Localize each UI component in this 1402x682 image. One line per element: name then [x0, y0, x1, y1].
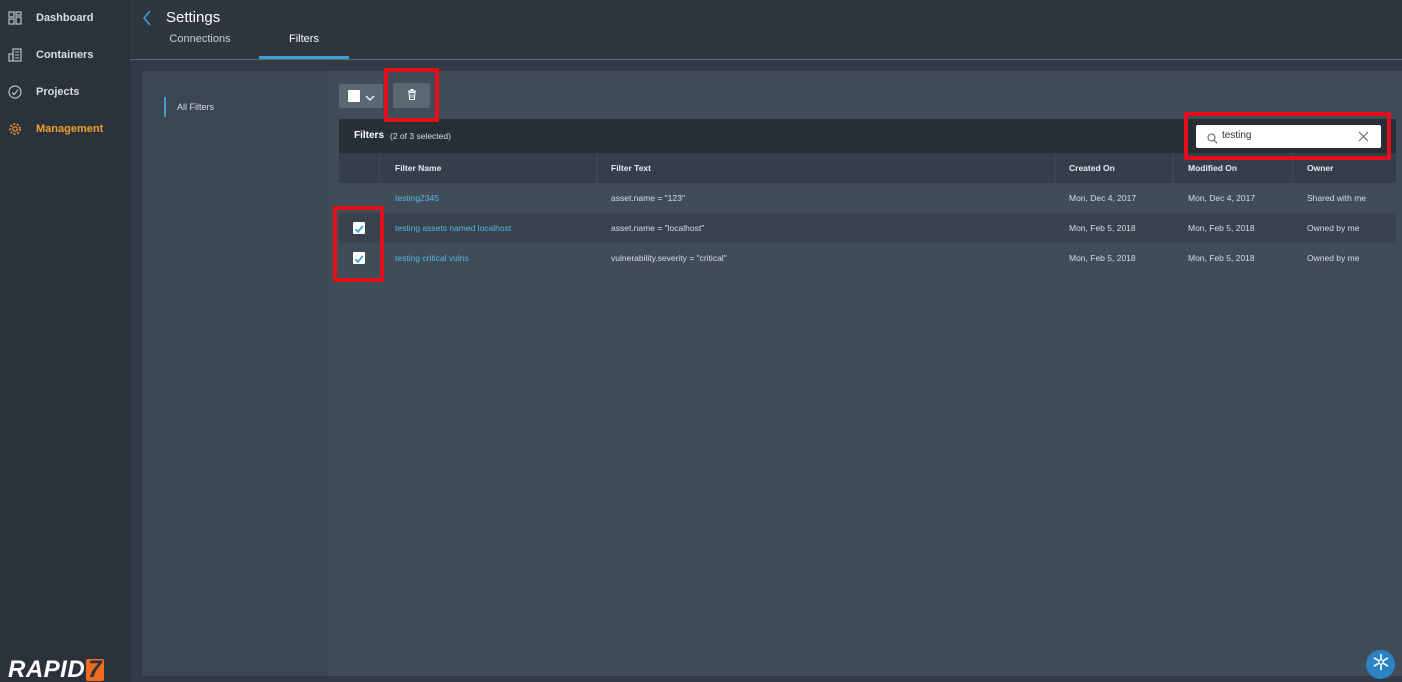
help-button[interactable]: [1366, 650, 1395, 679]
column-header-filter-text[interactable]: Filter Text: [611, 163, 651, 173]
filter-text: vulnerability.severity = "critical": [611, 253, 727, 263]
page-title: Settings: [166, 9, 221, 26]
snowflake-icon: [1372, 653, 1390, 676]
left-nav: Dashboard Containers Projects Management…: [0, 0, 130, 682]
modified-on: Mon, Feb 5, 2018: [1188, 223, 1255, 233]
sidebar-item-all-filters[interactable]: All Filters: [164, 97, 214, 117]
logo-text: RAPID: [8, 656, 86, 682]
rapid7-logo: RAPID 7: [8, 656, 105, 682]
nav-label-management: Management: [36, 123, 104, 135]
nav-label-projects: Projects: [36, 86, 80, 98]
table-row[interactable]: testing assets named localhost asset.nam…: [339, 213, 1396, 243]
nav-item-dashboard[interactable]: Dashboard: [0, 3, 130, 33]
created-on: Mon, Feb 5, 2018: [1069, 253, 1136, 263]
owner: Owned by me: [1307, 253, 1360, 263]
highlight-box-delete: [384, 68, 439, 122]
tab-filters[interactable]: Filters: [259, 33, 349, 59]
created-on: Mon, Dec 4, 2017: [1069, 193, 1137, 203]
table-row[interactable]: testing2345 asset.name = "123" Mon, Dec …: [339, 183, 1396, 213]
nav-item-containers[interactable]: Containers: [0, 40, 130, 70]
column-header-created-on[interactable]: Created On: [1069, 163, 1115, 173]
owner: Shared with me: [1307, 193, 1367, 203]
containers-icon: [7, 47, 22, 62]
highlight-box-checkboxes: [333, 206, 384, 282]
highlight-box-search: [1184, 112, 1391, 160]
filter-name-link[interactable]: testing assets named localhost: [395, 223, 511, 233]
back-chevron-icon[interactable]: [140, 8, 154, 28]
table-row[interactable]: testing critical vulns vulnerability.sev…: [339, 243, 1396, 273]
dashboard-icon: [7, 10, 22, 25]
nav-label-dashboard: Dashboard: [36, 12, 94, 24]
filter-text: asset.name = "123": [611, 193, 685, 203]
column-divider: [1054, 153, 1055, 183]
column-divider: [597, 153, 598, 183]
bulk-select-dropdown[interactable]: [339, 84, 383, 108]
filter-text: asset.name = "localhost": [611, 223, 705, 233]
column-header-modified-on[interactable]: Modified On: [1188, 163, 1237, 173]
nav-item-projects[interactable]: Projects: [0, 77, 130, 107]
column-divider: [1173, 153, 1174, 183]
column-divider: [379, 153, 380, 183]
nav-item-management[interactable]: Management: [0, 114, 130, 144]
logo-mark: 7: [86, 656, 105, 682]
chevron-down-icon: [365, 90, 375, 101]
owner: Owned by me: [1307, 223, 1360, 233]
tab-connections[interactable]: Connections: [144, 33, 256, 59]
selection-count: (2 of 3 selected): [390, 131, 451, 141]
filter-name-link[interactable]: testing2345: [395, 193, 439, 203]
filter-name-link[interactable]: testing critical vulns: [395, 253, 469, 263]
gear-icon: [7, 121, 22, 136]
modified-on: Mon, Dec 4, 2017: [1188, 193, 1256, 203]
created-on: Mon, Feb 5, 2018: [1069, 223, 1136, 233]
column-header-owner[interactable]: Owner: [1307, 163, 1333, 173]
select-all-checkbox[interactable]: [348, 90, 360, 102]
nav-label-containers: Containers: [36, 49, 94, 61]
page-header: Settings Connections Filters: [130, 0, 1402, 60]
projects-icon: [7, 84, 22, 99]
filters-side-panel: All Filters: [142, 71, 328, 676]
table-title: Filters: [354, 130, 385, 141]
modified-on: Mon, Feb 5, 2018: [1188, 253, 1255, 263]
column-header-filter-name[interactable]: Filter Name: [395, 163, 441, 173]
